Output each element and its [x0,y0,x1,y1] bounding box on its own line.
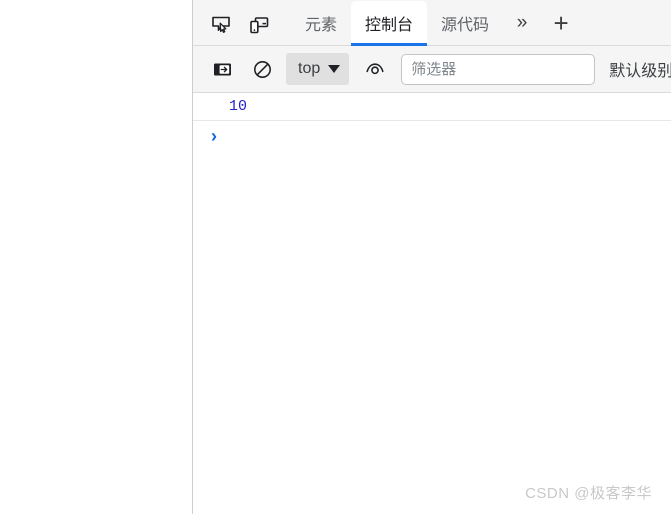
prompt-chevron-icon: › [211,126,217,146]
eye-icon[interactable] [359,53,391,85]
execution-context-selector[interactable]: top [286,53,350,85]
devtools-panel: 元素 控制台 源代码 » + top 筛选器 默认级别 10 › CSDN @极… [192,0,671,514]
device-toolbar-icon[interactable] [241,5,277,45]
log-levels-selector[interactable]: 默认级别 [609,57,671,81]
tab-console[interactable]: 控制台 [351,1,428,46]
devtools-tabbar: 元素 控制台 源代码 » + [193,0,671,46]
more-tabs-icon[interactable]: » [503,1,541,45]
tab-console-label: 控制台 [365,17,414,34]
execution-context-value: top [298,60,321,77]
filter-input[interactable] [401,53,596,85]
console-prompt-input[interactable] [225,124,671,148]
tab-sources-label: 源代码 [441,17,490,34]
inspect-element-icon[interactable] [203,5,239,45]
tab-elements-label: 元素 [305,17,338,34]
console-result-row: 10 [193,93,671,121]
console-result-value: 10 [229,98,248,115]
console-sidebar-icon[interactable] [206,53,238,85]
console-output: 10 › CSDN @极客李华 [193,93,671,514]
page-content-area [0,0,192,514]
chevron-down-icon [328,65,341,73]
new-tab-icon[interactable]: + [541,1,581,45]
console-prompt-row[interactable]: › [193,121,671,151]
screenshot-root: 元素 控制台 源代码 » + top 筛选器 默认级别 10 › CSDN @极… [0,0,671,514]
tab-elements[interactable]: 元素 [291,1,351,45]
clear-console-icon[interactable] [246,53,278,85]
console-toolbar: top 默认级别 [193,46,671,93]
tab-sources[interactable]: 源代码 [427,1,503,45]
watermark: CSDN @极客李华 [525,485,652,502]
